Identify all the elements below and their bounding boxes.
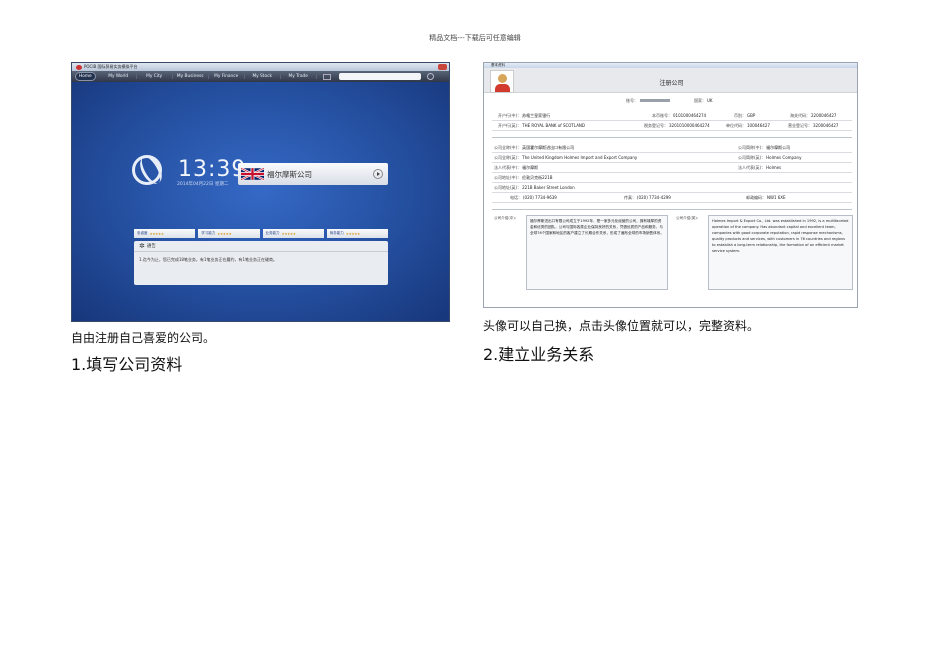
addr-cn-label: 公司地址(中)：: [494, 174, 522, 180]
window-titlebar: POCIB 国际贸易实务模拟平台: [72, 63, 449, 71]
name-en-label: 公司全称(英)：: [494, 154, 522, 160]
tax-reg-field[interactable]: 3201010000464274: [669, 123, 710, 128]
short-cn-label: 公司简称(中)：: [738, 144, 766, 150]
lock-icon[interactable]: [322, 73, 331, 80]
star-rating: ★★★★★: [217, 231, 232, 236]
unit-code-label: 单位代码：: [726, 122, 746, 128]
short-en-field[interactable]: Holmes Company: [766, 155, 801, 160]
nav-my-city[interactable]: My City: [137, 74, 173, 79]
notice-title: 通告: [146, 244, 156, 249]
fax-field[interactable]: (020) 7734-4299: [637, 195, 671, 200]
bank-cn-label: 开户行(中)：: [498, 112, 522, 118]
customs-code-field[interactable]: 2200046427: [811, 113, 836, 118]
left-caption-heading: 1.填写公司资料: [71, 355, 183, 374]
account-label: 账号：: [626, 97, 638, 103]
desktop-area: 13:39 2014年04月22日 星期二 福尔摩斯公司 忠诚度 ★★★★★ 学习…: [72, 82, 449, 321]
intro-cn-textarea[interactable]: 福尔摩斯进出口有限公司成立于1992年，是一家多元化经营的公司，拥有雄厚的资金和…: [526, 215, 668, 290]
currency-label: 币别：: [734, 112, 746, 118]
customs-code-label: 海关代码：: [790, 112, 810, 118]
addr-en-label: 公司地址(英)：: [494, 184, 522, 190]
stat-label: 商务能力: [329, 231, 344, 235]
addr-en-field[interactable]: 221B Baker Street London: [522, 185, 574, 190]
intro-cn-label: 公司介绍(中)：: [494, 216, 519, 220]
name-cn-label: 公司全称(中)：: [494, 144, 522, 150]
clock-date: 2014年04月22日 星期二: [177, 182, 229, 187]
header-note: 精品文档---下载后可任意编辑: [429, 34, 521, 42]
account-value-redacted: [640, 99, 670, 102]
stat-learning: 学习能力 ★★★★★: [198, 229, 260, 238]
bank-en-field[interactable]: THE ROYAL BANK of SCOTLAND: [522, 123, 585, 128]
bank-en-label: 开户行(英)：: [498, 122, 522, 128]
bank-cn-field[interactable]: 苏格兰皇家银行: [522, 113, 550, 119]
zip-label: 邮政编码：: [746, 194, 766, 200]
country-value: UK: [707, 98, 713, 103]
help-icon[interactable]: [426, 73, 434, 80]
notice-text: 1.迄今为止，您已完成18笔业务，有1笔业务正在履约，有1笔业务正在磋商。: [139, 257, 277, 262]
reg-no-label: 营业登记号：: [788, 122, 812, 128]
unit-code-field[interactable]: 100046427: [747, 123, 770, 128]
right-caption-note: 头像可以自己换，点击头像位置就可以，完整资料。: [483, 319, 760, 333]
close-icon[interactable]: [438, 64, 447, 70]
ability-stats: 忠诚度 ★★★★★ 学习能力 ★★★★★ 业务能力 ★★★★★ 商务能力 ★★★★★: [134, 229, 388, 238]
rep-en-label: 法人代表(英)：: [738, 164, 766, 170]
right-caption-heading: 2.建立业务关系: [483, 345, 595, 364]
stat-label: 学习能力: [201, 231, 216, 235]
star-rating: ★★★★★: [345, 231, 361, 236]
game-screenshot: POCIB 国际贸易实务模拟平台 Home My World My City M…: [71, 62, 450, 322]
name-en-field[interactable]: The United Kingdom Holmes Import and Exp…: [522, 155, 637, 160]
currency-field[interactable]: GBP: [747, 113, 755, 118]
nav-my-finance[interactable]: My Finance: [209, 74, 245, 79]
left-caption-note: 自由注册自己喜爱的公司。: [71, 331, 216, 345]
nav-my-trade[interactable]: My Trade: [281, 74, 317, 79]
clock-time: 13:39: [178, 157, 247, 182]
form-header: 注册公司: [484, 68, 857, 93]
star-rating: ★★★★★: [149, 231, 165, 236]
search-input[interactable]: [338, 73, 421, 80]
reg-no-field[interactable]: 3200046427: [813, 123, 838, 128]
globe-logo-icon: [132, 155, 162, 185]
stat-label: 忠诚度: [137, 231, 148, 235]
name-cn-field[interactable]: 英国霍尔摩斯进出口有限公司: [522, 145, 574, 151]
addr-cn-field[interactable]: 伦敦贝克街221B: [522, 175, 552, 181]
play-icon[interactable]: [373, 169, 383, 179]
account-no-field[interactable]: 0101000464274: [673, 113, 706, 118]
stat-business: 业务能力 ★★★★★: [262, 229, 324, 238]
rep-cn-label: 法人代表(中)：: [494, 164, 522, 170]
short-en-label: 公司简称(英)：: [738, 154, 766, 160]
company-name: 福尔摩斯公司: [267, 169, 312, 179]
country-label: 国家：: [694, 97, 706, 103]
nav-my-business[interactable]: My Business: [173, 74, 209, 79]
stat-commerce: 商务能力 ★★★★★: [326, 229, 388, 238]
app-logo-icon: [76, 64, 82, 70]
nav-my-stock[interactable]: My Stock: [245, 74, 281, 79]
stat-label: 业务能力: [265, 231, 280, 235]
phone-label: 电话：: [510, 194, 522, 200]
short-cn-field[interactable]: 福尔摩斯公司: [766, 145, 790, 151]
nav-home[interactable]: Home: [75, 72, 96, 81]
tax-reg-label: 税务登记号：: [644, 122, 668, 128]
form-title: 注册公司: [659, 80, 684, 87]
notice-panel: ✲ 通告 1.迄今为止，您已完成18笔业务，有1笔业务正在履约，有1笔业务正在磋商…: [134, 241, 388, 285]
account-no-label: 本币账号：: [652, 112, 672, 118]
main-nav: Home My World My City My Business My Fin…: [72, 71, 449, 82]
zip-field[interactable]: NW1 6XE: [767, 195, 786, 200]
rep-cn-field[interactable]: 福尔摩斯: [522, 165, 538, 171]
window-title: POCIB 国际贸易实务模拟平台: [84, 64, 138, 69]
intro-en-textarea[interactable]: Holmes Import & Export Co., Ltd. was est…: [708, 215, 853, 290]
intro-en-label: 公司介绍(英)：: [676, 216, 701, 220]
rep-en-field[interactable]: Holmes: [766, 165, 781, 170]
company-selector[interactable]: 福尔摩斯公司: [238, 163, 388, 185]
fax-label: 传真：: [624, 194, 636, 200]
uk-flag-icon: [241, 167, 264, 181]
registration-screenshot: 基本资料 注册公司 账号： 国家： UK 开户行(中)： 苏格兰皇家银行 本币账号：…: [483, 62, 858, 308]
gear-icon: ✲: [139, 242, 145, 250]
phone-field[interactable]: (020) 7734-9639: [523, 195, 557, 200]
nav-my-world[interactable]: My World: [101, 74, 137, 79]
stat-loyalty: 忠诚度 ★★★★★: [134, 229, 196, 238]
star-rating: ★★★★★: [281, 231, 297, 236]
